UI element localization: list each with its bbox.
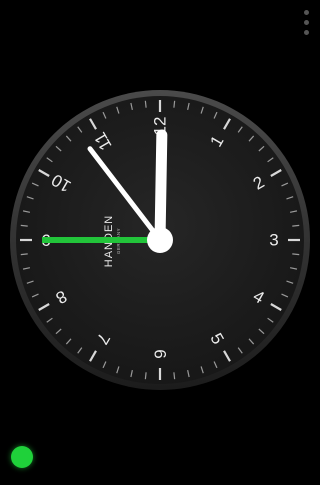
minute-tick xyxy=(173,372,176,380)
status-dot-icon[interactable] xyxy=(11,446,33,468)
minute-tick xyxy=(173,100,176,108)
minute-tick xyxy=(144,100,147,108)
hour-numeral-6: 6 xyxy=(151,349,170,358)
minute-tick xyxy=(292,224,300,227)
clock-face: 123456789101112 HANDEN GERMANY xyxy=(10,90,310,390)
minute-tick xyxy=(20,253,28,256)
minute-tick xyxy=(20,224,28,227)
hour-numeral-3: 3 xyxy=(269,231,278,250)
clock[interactable]: 123456789101112 HANDEN GERMANY xyxy=(0,0,320,480)
center-cap xyxy=(147,227,173,253)
minute-tick xyxy=(144,372,147,380)
minute-hand xyxy=(154,129,168,246)
minute-tick xyxy=(292,253,300,256)
